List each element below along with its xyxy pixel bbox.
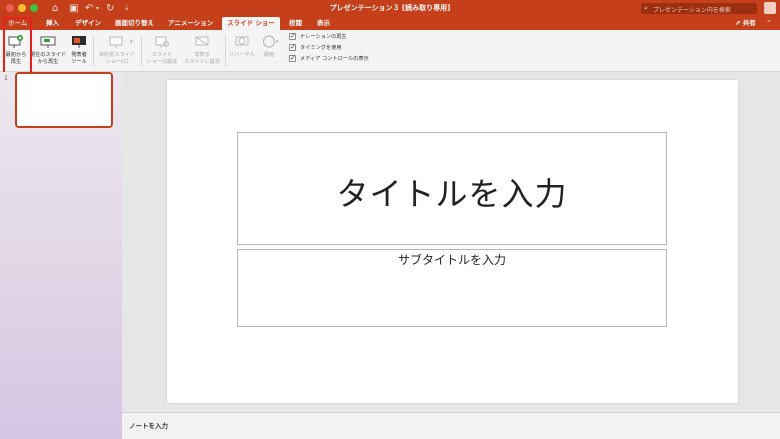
ribbon-divider (141, 35, 142, 66)
check-icon: ✓ (290, 54, 296, 62)
account-icon[interactable] (764, 2, 776, 14)
check-icon: ✓ (290, 43, 296, 51)
custom-show-button[interactable]: ▾ 目的別スライド ショー(C) (96, 32, 138, 70)
presenter-view-button[interactable]: 発表者 ツール (67, 32, 91, 70)
slide-editor: タイトルを入力 サブタイトルを入力 (122, 72, 780, 412)
hide-slide-label-1: 非表示 (194, 52, 210, 58)
setup-show-button[interactable]: スライド ショーの設定 (143, 32, 181, 70)
slide-canvas[interactable]: タイトルを入力 サブタイトルを入力 (167, 80, 738, 403)
slide-thumbnail[interactable] (15, 72, 113, 128)
record-button[interactable]: ▾ 録画 (258, 32, 280, 70)
share-label: 共有 (742, 19, 756, 27)
rehearse-button[interactable]: リハーサル (228, 32, 256, 70)
rehearse-icon (235, 36, 249, 46)
chevron-down-icon: ▾ (276, 39, 279, 45)
title-bar: ⌂ ▣ ↶ ▾ ↻ ⇣ プレゼンテーション３ [読み取り専用] ⌕ プレゼンテー… (0, 0, 780, 17)
check-icon: ✓ (290, 32, 296, 40)
custom-show-label-2: ショー(C) (105, 59, 129, 65)
play-from-current-icon (40, 36, 56, 48)
hide-slide-label-2: スライドに設定 (183, 59, 221, 65)
show-media-controls-label: メディア コントロールの表示 (300, 56, 369, 62)
setup-show-label-2: ショーの設定 (146, 59, 178, 65)
tab-view[interactable]: 表示 (317, 17, 335, 30)
ribbon-tab-row: ホーム 挿入 デザイン 画面切り替え アニメーション スライド ショー 校閲 表… (0, 17, 780, 30)
hide-slide-button[interactable]: 非表示 スライドに設定 (181, 32, 223, 70)
record-icon (262, 35, 276, 48)
ribbon-divider (93, 35, 94, 66)
tab-design[interactable]: デザイン (75, 17, 109, 30)
checkbox[interactable]: ✓ (289, 43, 296, 51)
hide-slide-icon (195, 36, 209, 46)
tab-insert[interactable]: 挿入 (46, 17, 68, 30)
presenter-view-icon (72, 36, 86, 48)
notes-pane[interactable]: ノートを入力 (122, 412, 780, 439)
notes-placeholder: ノートを入力 (129, 422, 168, 430)
presenter-view-label-1: 発表者 (71, 52, 87, 58)
tab-animations[interactable]: アニメーション (168, 17, 220, 30)
search-icon: ⌕ (644, 4, 648, 12)
ribbon: 最初から 再生 現在のスライド から再生 発表者 ツール ▾ 目的別スライド ショー(C… (0, 30, 780, 72)
tab-review[interactable]: 校閲 (289, 17, 307, 30)
title-placeholder[interactable]: タイトルを入力 (237, 132, 667, 245)
search-input[interactable]: ⌕ プレゼンテーション内を検索 (641, 3, 757, 14)
custom-show-icon (109, 36, 123, 48)
chevron-down-icon: ▾ (130, 39, 133, 45)
title-placeholder-text: タイトルを入力 (336, 175, 568, 213)
tab-slide-show[interactable]: スライド ショー (222, 17, 280, 30)
share-icon: ⇗ (735, 19, 743, 27)
ribbon-divider (225, 35, 226, 66)
subtitle-placeholder-text: サブタイトルを入力 (397, 253, 506, 267)
presenter-view-label-2: ツール (71, 59, 87, 65)
share-button[interactable]: ⇗ 共有 (735, 17, 756, 30)
checkbox[interactable]: ✓ (289, 54, 296, 62)
tab-transitions[interactable]: 画面切り替え (115, 17, 163, 30)
collapse-ribbon-icon[interactable]: ⌃ (766, 19, 772, 28)
play-from-current-button[interactable]: 現在のスライド から再生 (29, 32, 67, 70)
play-narrations-label: ナレーションの再生 (300, 34, 347, 40)
search-placeholder: プレゼンテーション内を検索 (653, 7, 731, 14)
rehearse-label: リハーサル (229, 52, 255, 58)
setup-show-icon (155, 36, 169, 48)
custom-show-label-1: 目的別スライド (98, 52, 136, 58)
play-from-current-label-2: から再生 (37, 59, 59, 65)
slide-thumbnail-pane: 1 (0, 72, 122, 439)
subtitle-placeholder[interactable]: サブタイトルを入力 (237, 249, 667, 327)
play-from-current-label-1: 現在のスライド (29, 52, 67, 58)
setup-show-label-1: スライド (151, 52, 173, 58)
slide-number: 1 (4, 75, 8, 82)
record-label: 録画 (263, 52, 275, 58)
use-timings-label: タイミングを使用 (300, 45, 342, 51)
checkbox[interactable]: ✓ (289, 32, 296, 40)
